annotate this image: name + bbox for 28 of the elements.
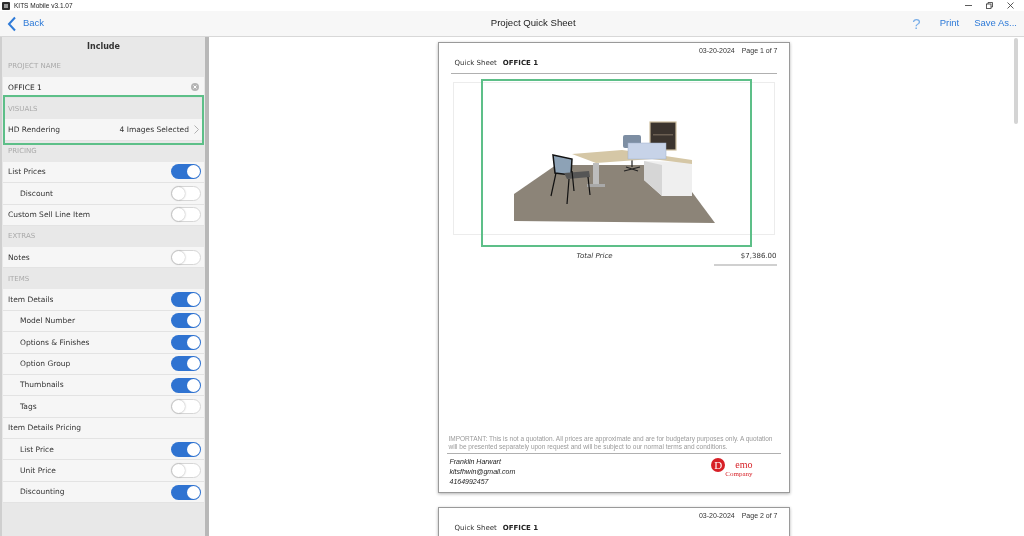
- minimize-icon[interactable]: [965, 2, 972, 9]
- restore-icon[interactable]: [986, 2, 993, 9]
- logo-badge: D: [711, 458, 726, 472]
- toggle-switch[interactable]: [171, 164, 201, 180]
- screen-title: Project Quick Sheet: [490, 16, 576, 31]
- chevron-right-icon: [194, 125, 199, 135]
- close-icon[interactable]: [1007, 2, 1014, 9]
- toggle-switch[interactable]: [171, 185, 201, 201]
- app-icon: [2, 1, 10, 10]
- panel-title: Include: [87, 40, 120, 53]
- toggle-switch[interactable]: [171, 484, 201, 500]
- save-as-button[interactable]: Save As...: [974, 16, 1017, 31]
- toggle-switch[interactable]: [171, 334, 201, 350]
- toggle-switch[interactable]: [171, 207, 201, 223]
- print-button[interactable]: Print: [939, 16, 960, 31]
- toggle-switch[interactable]: [171, 377, 201, 393]
- help-button[interactable]: ?: [912, 15, 921, 32]
- toggle-switch[interactable]: [171, 399, 201, 414]
- toggle-switch[interactable]: [171, 249, 201, 265]
- toggle-switch[interactable]: [171, 313, 201, 329]
- chevron-left-icon: [7, 15, 17, 32]
- toggle-switch[interactable]: [171, 292, 201, 308]
- logo-text: emo: [735, 459, 753, 470]
- toggle-switch[interactable]: [171, 463, 201, 479]
- toggle-switch[interactable]: [171, 356, 201, 372]
- back-button[interactable]: Back: [7, 15, 45, 32]
- scrollbar-thumb[interactable]: [1014, 38, 1018, 124]
- toggle-switch[interactable]: [171, 441, 201, 457]
